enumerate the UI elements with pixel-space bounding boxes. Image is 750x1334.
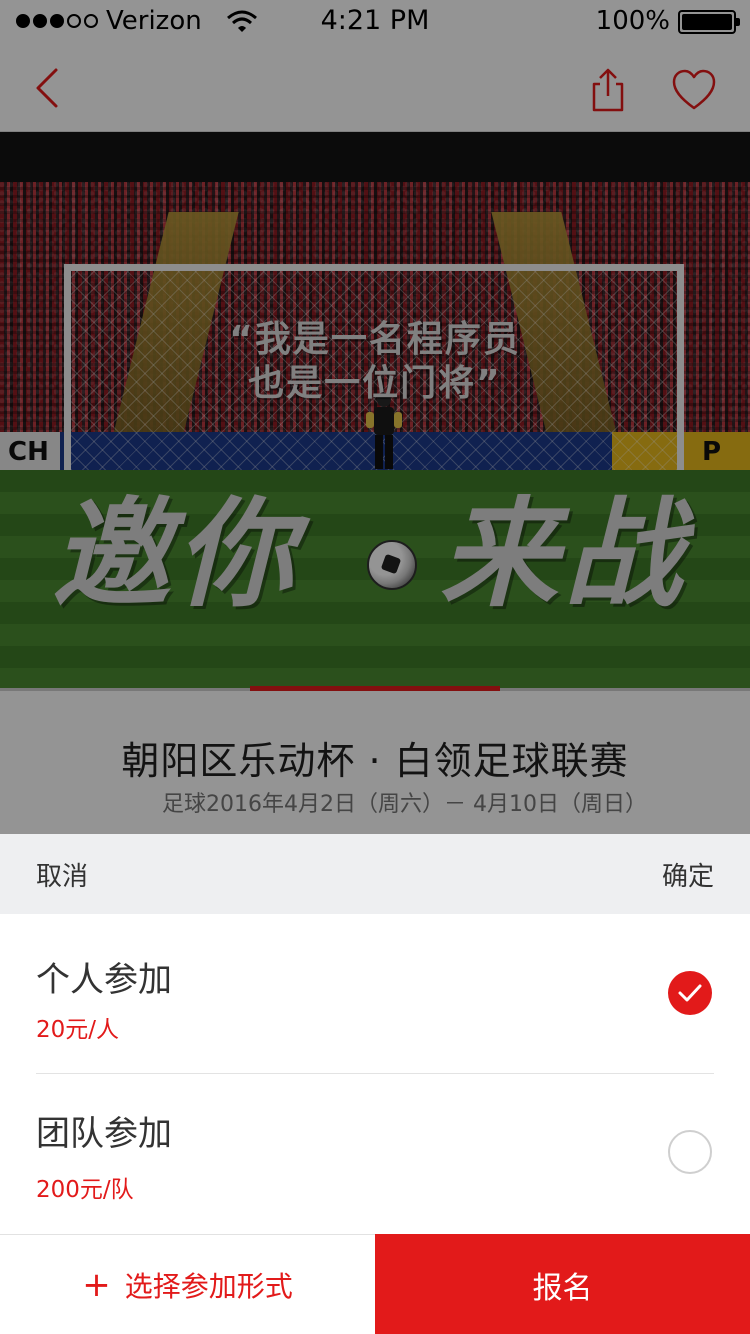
option-label: 团队参加 bbox=[36, 1114, 172, 1154]
checkmark-icon[interactable] bbox=[668, 971, 712, 1015]
sheet-toolbar: 取消 确定 bbox=[0, 834, 750, 914]
option-label: 个人参加 bbox=[36, 960, 172, 1000]
footer-bar: + 选择参加形式 报名 bbox=[0, 1234, 750, 1334]
option-individual[interactable]: 个人参加 20元/人 bbox=[0, 914, 750, 1074]
select-participation-button[interactable]: + 选择参加形式 bbox=[0, 1235, 375, 1334]
confirm-button[interactable]: 确定 bbox=[662, 856, 714, 893]
option-price: 20元/人 bbox=[36, 1017, 120, 1043]
event-detail-page: Verizon 4:21 PM 100% CH P “我是一名程序员 也是一位门… bbox=[0, 0, 750, 834]
check-icon bbox=[678, 984, 702, 1002]
option-price: 200元/队 bbox=[36, 1177, 134, 1203]
participation-sheet: 取消 确定 个人参加 20元/人 团队参加 200元/队 bbox=[0, 834, 750, 1234]
option-team[interactable]: 团队参加 200元/队 bbox=[0, 1074, 750, 1234]
signup-button[interactable]: 报名 bbox=[375, 1234, 750, 1334]
modal-backdrop[interactable] bbox=[0, 0, 750, 834]
plus-icon: + bbox=[82, 1265, 111, 1305]
radio-empty-icon[interactable] bbox=[668, 1130, 712, 1174]
select-participation-label: 选择参加形式 bbox=[124, 1270, 293, 1303]
cancel-button[interactable]: 取消 bbox=[36, 856, 88, 893]
